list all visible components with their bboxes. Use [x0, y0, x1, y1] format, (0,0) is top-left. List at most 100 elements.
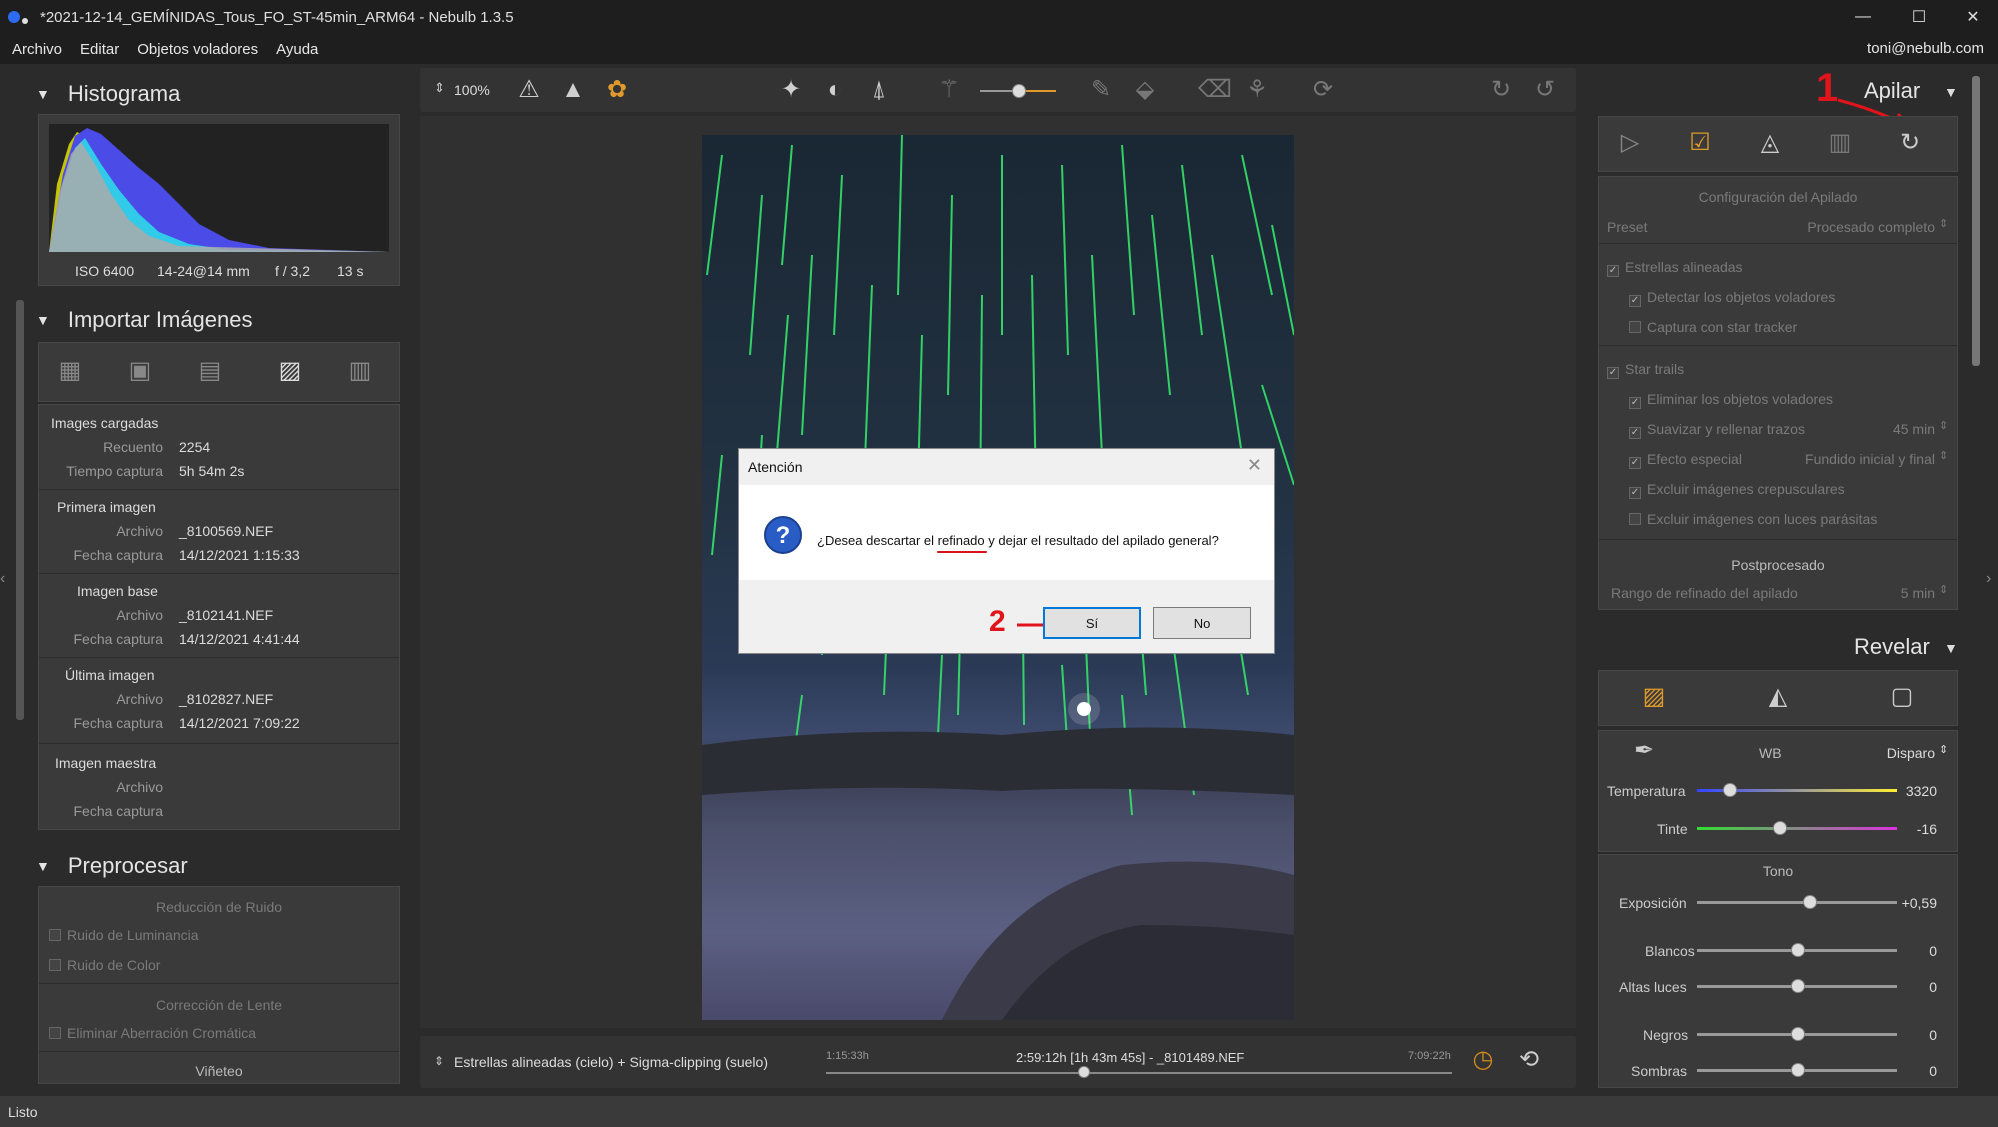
- columns-icon[interactable]: ▥: [1825, 129, 1855, 157]
- range-stepper-icon[interactable]: ⇕: [1939, 583, 1948, 596]
- preset-stepper-icon[interactable]: ⇕: [1939, 217, 1948, 230]
- menu-editar[interactable]: Editar: [80, 41, 119, 58]
- warning-filled-icon[interactable]: ▲: [558, 76, 588, 104]
- paste-icon[interactable]: ▥: [345, 357, 375, 385]
- smooth-fill-checkbox[interactable]: ✓ Suavizar y rellenar trazos: [1629, 421, 1805, 439]
- maximize-button[interactable]: ☐: [1896, 0, 1942, 34]
- undo-icon[interactable]: ↺: [1530, 76, 1560, 104]
- brush-size-knob[interactable]: [1012, 84, 1026, 98]
- dialog-close-icon[interactable]: ✕: [1247, 455, 1262, 476]
- yes-button[interactable]: Sí: [1043, 607, 1141, 639]
- brush-icon[interactable]: ✎: [1086, 76, 1116, 104]
- refine-range-label: Rango de refinado del apilado: [1611, 585, 1798, 601]
- develop-header[interactable]: Revelar: [1854, 634, 1930, 660]
- no-button[interactable]: No: [1153, 607, 1251, 639]
- eraser-icon[interactable]: ⌫: [1198, 76, 1232, 104]
- landscape-icon[interactable]: ◭: [1763, 683, 1793, 711]
- menu-archivo[interactable]: Archivo: [12, 41, 62, 58]
- import-video-icon[interactable]: ▣: [125, 357, 155, 385]
- stars-icon[interactable]: ✦: [776, 76, 806, 104]
- tone-panel: Tono Exposición +0,59 Blancos 0 Altas lu…: [1598, 854, 1958, 1088]
- luminance-noise-checkbox[interactable]: Ruido de Luminancia: [49, 927, 199, 943]
- wb-stepper-icon[interactable]: ⇕: [1939, 743, 1948, 756]
- whites-knob[interactable]: [1791, 943, 1805, 957]
- collapse-triangle-icon[interactable]: ▼: [1944, 640, 1958, 656]
- zoom-stepper-icon[interactable]: ⇕: [434, 80, 445, 96]
- exclude-parasitic-checkbox[interactable]: Excluir imágenes con luces parásitas: [1629, 511, 1877, 527]
- stack-image-icon[interactable]: ◬: [1755, 129, 1785, 157]
- color-noise-checkbox[interactable]: Ruido de Color: [49, 957, 160, 973]
- star-trails-checkbox[interactable]: ✓ Star trails: [1607, 361, 1684, 379]
- redo-icon[interactable]: ↻: [1486, 76, 1516, 104]
- mode-stepper-icon[interactable]: ⇕: [434, 1054, 444, 1068]
- import-header[interactable]: ▼ Importar Imágenes: [22, 302, 253, 338]
- palette-icon[interactable]: ✿: [602, 76, 632, 104]
- refresh-icon[interactable]: ⟳: [1308, 76, 1338, 104]
- reset-refine-icon[interactable]: ↻: [1895, 129, 1925, 157]
- close-button[interactable]: ✕: [1950, 0, 1996, 34]
- clear-brush-icon[interactable]: ⚘: [1242, 76, 1272, 104]
- tint-slider[interactable]: [1697, 827, 1897, 830]
- remove-flying-objects-checkbox[interactable]: ✓ Eliminar los objetos voladores: [1629, 391, 1833, 409]
- warning-outline-icon[interactable]: ⚠: [514, 76, 544, 104]
- tower-icon[interactable]: ⍋: [864, 76, 894, 104]
- checkbox-icon: [1629, 321, 1641, 333]
- import-folder-icon[interactable]: ▤: [195, 357, 225, 385]
- aligned-stars-checkbox[interactable]: ✓ Estrellas alineadas: [1607, 259, 1743, 277]
- import-info-panel: Images cargadas Recuento 2254 Tiempo cap…: [38, 404, 400, 830]
- preset-select[interactable]: Procesado completo: [1785, 219, 1935, 235]
- planet-icon[interactable]: ◐: [820, 76, 850, 104]
- exposure-slider[interactable]: [1697, 901, 1897, 904]
- image-icon[interactable]: ▨: [275, 357, 305, 385]
- menu-ayuda[interactable]: Ayuda: [276, 41, 318, 58]
- shadows-knob[interactable]: [1791, 1063, 1805, 1077]
- left-scrollbar[interactable]: [16, 300, 24, 720]
- crop-icon[interactable]: ▢: [1887, 683, 1917, 711]
- master-image-heading: Imagen maestra: [55, 755, 157, 771]
- histogram-header[interactable]: ▼ Histograma: [22, 76, 180, 112]
- eyedropper-icon[interactable]: ✒: [1629, 737, 1659, 765]
- play-icon[interactable]: ▷: [1615, 129, 1645, 157]
- stack-mode[interactable]: Estrellas alineadas (cielo) + Sigma-clip…: [454, 1054, 768, 1070]
- refine-range-value[interactable]: 5 min: [1835, 585, 1935, 601]
- detect-flying-objects-checkbox[interactable]: ✓ Detectar los objetos voladores: [1629, 289, 1835, 307]
- effect-stepper-icon[interactable]: ⇕: [1939, 449, 1948, 462]
- blacks-knob[interactable]: [1791, 1027, 1805, 1041]
- collapse-right-icon[interactable]: ›: [1986, 570, 1991, 588]
- magic-wand-icon[interactable]: ⚚: [934, 76, 964, 104]
- star-tracker-checkbox[interactable]: Captura con star tracker: [1629, 319, 1797, 335]
- first-file-label: Archivo: [116, 523, 163, 539]
- histogram-panel: ISO 6400 14-24@14 mm f / 3,2 13 s: [38, 114, 400, 286]
- checkbox-icon: [1629, 513, 1641, 525]
- exposure-knob[interactable]: [1803, 895, 1817, 909]
- divider: [1599, 243, 1957, 244]
- collapse-left-icon[interactable]: ‹: [0, 570, 5, 588]
- minimize-button[interactable]: —: [1840, 0, 1886, 34]
- menu-objetos-voladores[interactable]: Objetos voladores: [137, 41, 258, 58]
- temperature-knob[interactable]: [1723, 783, 1737, 797]
- fill-icon[interactable]: ⬙: [1130, 76, 1160, 104]
- collapse-triangle-icon[interactable]: ▼: [1944, 84, 1958, 100]
- user-account[interactable]: toni@nebulb.com: [1867, 40, 1984, 57]
- exclude-twilight-checkbox[interactable]: ✓ Excluir imágenes crepusculares: [1629, 481, 1845, 499]
- special-effect-select[interactable]: Fundido inicial y final: [1755, 451, 1935, 467]
- timeline-slider[interactable]: [826, 1072, 1452, 1074]
- special-effect-checkbox[interactable]: ✓ Efecto especial: [1629, 451, 1742, 469]
- preprocess-header[interactable]: ▼ Preprocesar: [22, 848, 188, 884]
- zoom-level[interactable]: 100%: [454, 82, 490, 98]
- highlights-knob[interactable]: [1791, 979, 1805, 993]
- develop-image-icon[interactable]: ▨: [1639, 683, 1669, 711]
- checkbox-icon: ✓: [1629, 457, 1641, 469]
- right-scrollbar[interactable]: [1972, 76, 1980, 366]
- stack-check-icon[interactable]: ☑: [1685, 129, 1715, 157]
- smooth-stepper-icon[interactable]: ⇕: [1939, 419, 1948, 432]
- timeline-knob[interactable]: [1078, 1066, 1090, 1078]
- wb-select[interactable]: Disparo: [1835, 745, 1935, 761]
- smooth-value[interactable]: 45 min: [1835, 421, 1935, 437]
- tint-knob[interactable]: [1773, 821, 1787, 835]
- history-icon[interactable]: ⟲: [1514, 1046, 1544, 1074]
- import-images-icon[interactable]: ▦: [55, 357, 85, 385]
- chromatic-aberration-checkbox[interactable]: Eliminar Aberración Cromática: [49, 1025, 256, 1041]
- vignette-heading[interactable]: Viñeteo: [39, 1063, 399, 1079]
- clock-icon[interactable]: ◷: [1468, 1046, 1498, 1074]
